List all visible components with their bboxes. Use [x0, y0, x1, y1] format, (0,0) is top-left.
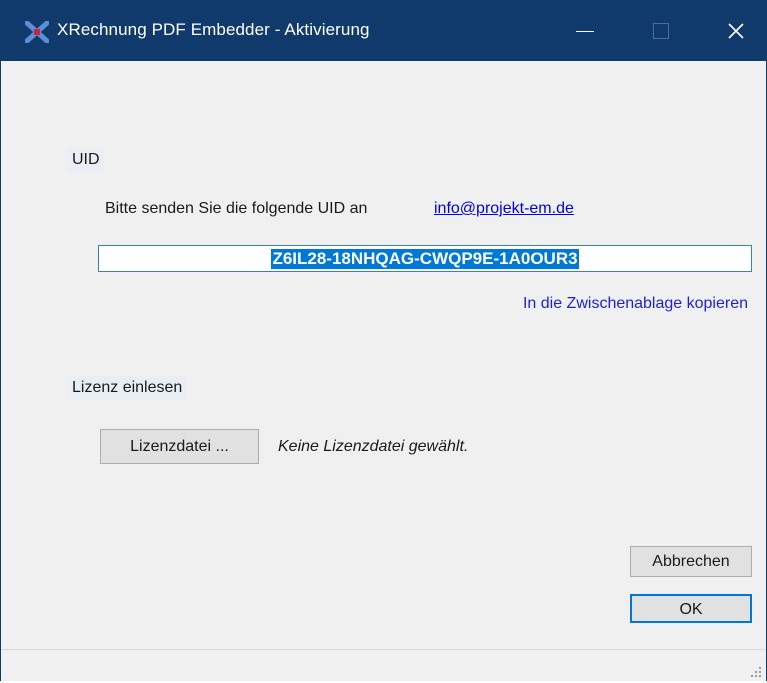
resize-grip-icon[interactable]	[750, 665, 762, 677]
status-bar	[1, 649, 766, 681]
close-icon[interactable]	[706, 1, 766, 61]
copy-to-clipboard-link[interactable]: In die Zwischenablage kopieren	[523, 295, 748, 313]
ok-button[interactable]: OK	[630, 594, 752, 623]
uid-section-label: UID	[68, 148, 104, 172]
license-section-label: Lizenz einlesen	[68, 376, 187, 400]
uid-value[interactable]: Z6IL28-18NHQAG-CWQP9E-1A0OUR3	[271, 249, 579, 269]
uid-instruction-text: Bitte senden Sie die folgende UID an	[105, 200, 368, 217]
email-link[interactable]: info@projekt-em.de	[434, 200, 574, 218]
activation-dialog: XRechnung PDF Embedder - Aktivierung UID…	[0, 0, 767, 681]
title-bar[interactable]: XRechnung PDF Embedder - Aktivierung	[1, 1, 766, 61]
license-status-text: Keine Lizenzdatei gewählt.	[278, 438, 469, 455]
cancel-button[interactable]: Abbrechen	[630, 546, 752, 577]
xrechnung-app-icon	[23, 19, 51, 45]
maximize-icon[interactable]	[631, 1, 691, 61]
window-title: XRechnung PDF Embedder - Aktivierung	[57, 20, 370, 39]
uid-field[interactable]: Z6IL28-18NHQAG-CWQP9E-1A0OUR3	[98, 245, 752, 272]
minimize-icon[interactable]	[556, 1, 616, 61]
license-file-button[interactable]: Lizenzdatei ...	[100, 429, 259, 464]
